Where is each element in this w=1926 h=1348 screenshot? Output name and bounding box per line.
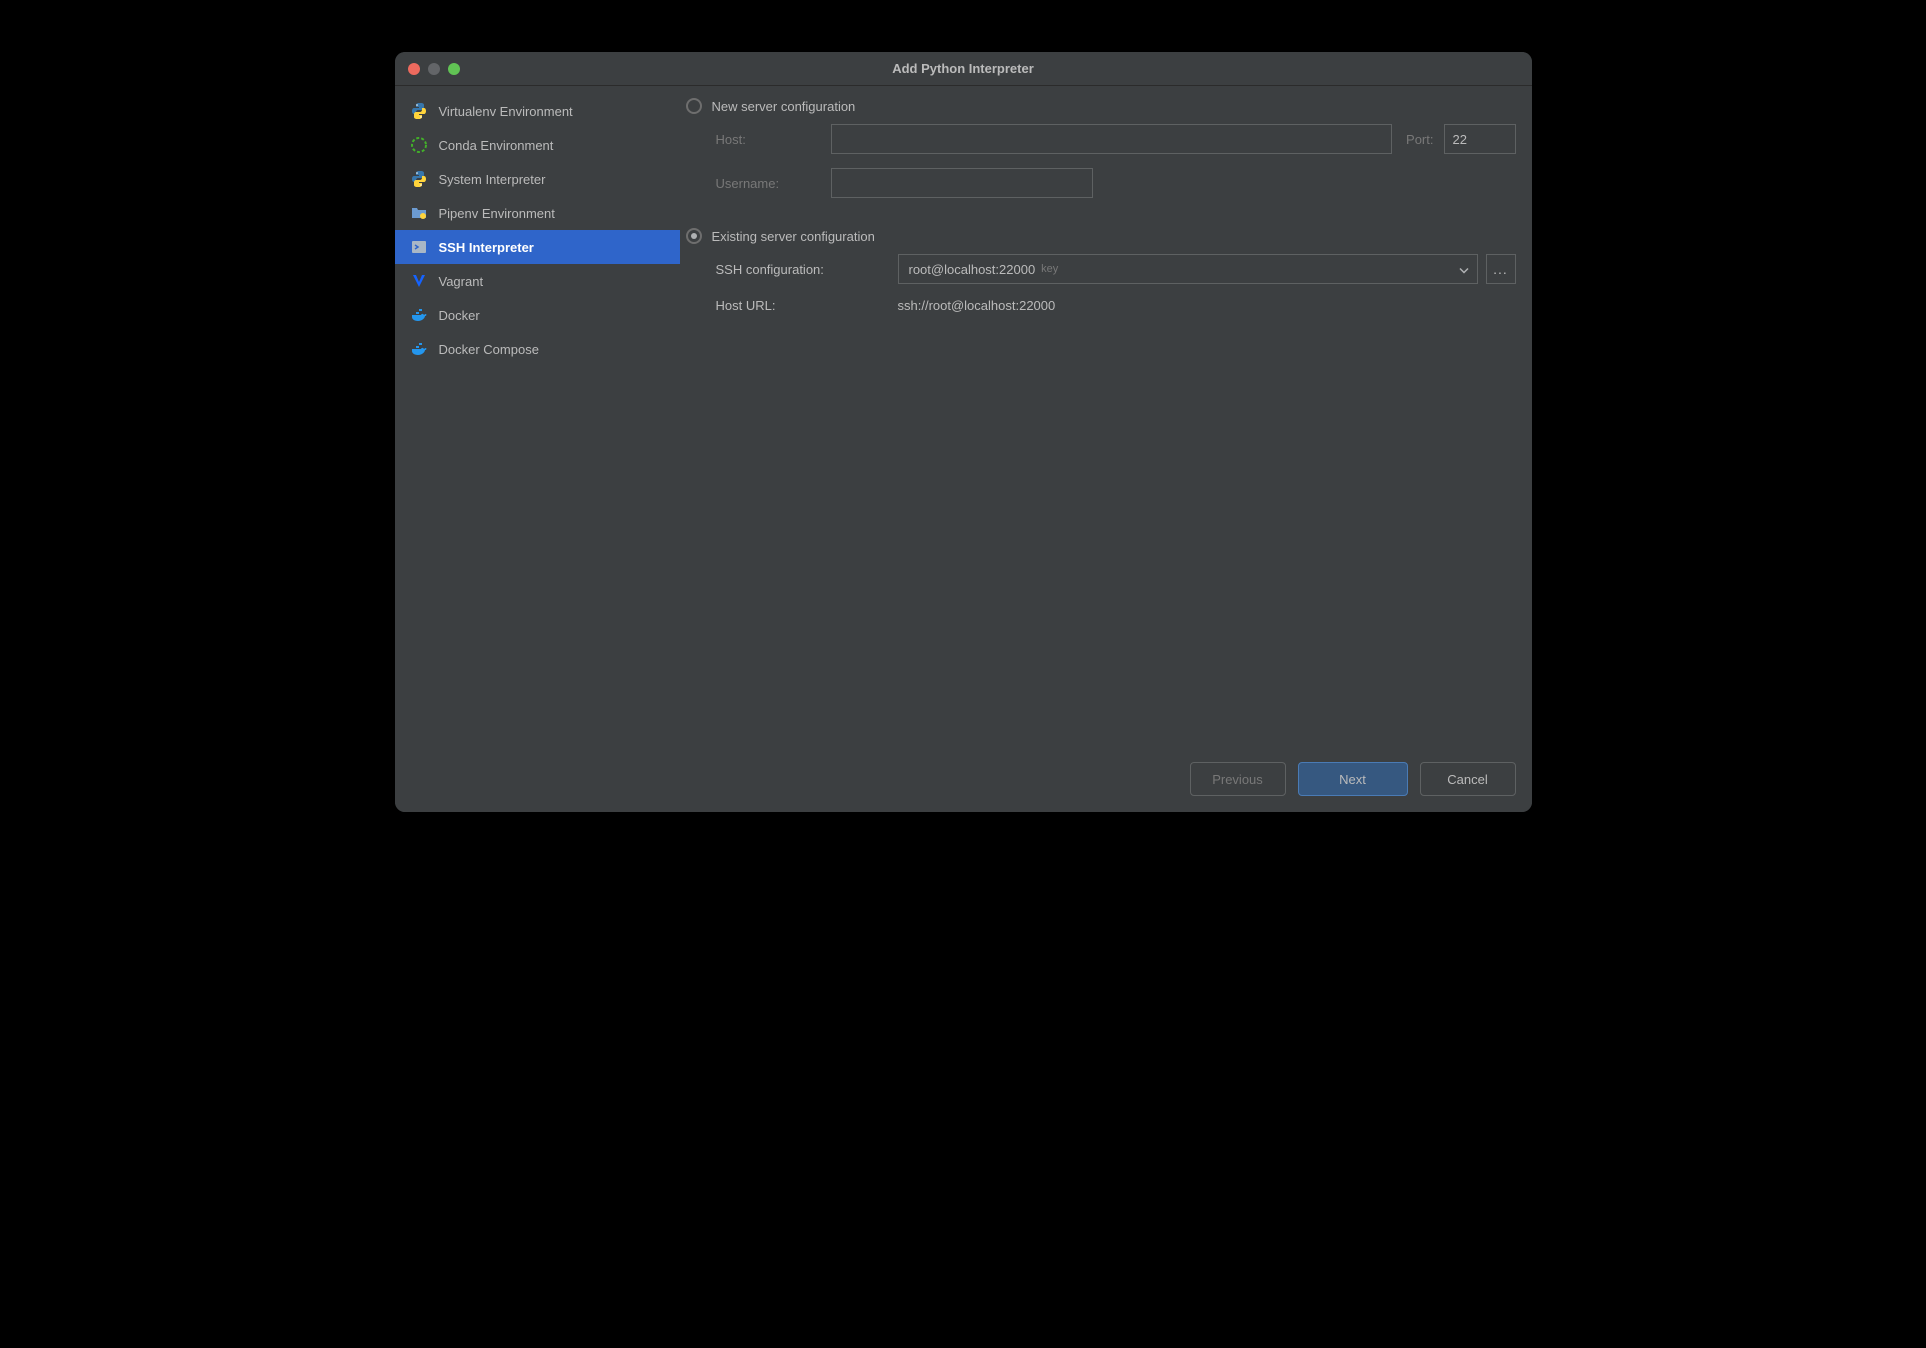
ssh-config-label: SSH configuration: bbox=[716, 262, 898, 277]
cancel-button[interactable]: Cancel bbox=[1420, 762, 1516, 796]
python-icon bbox=[409, 101, 429, 121]
ssh-auth-badge: key bbox=[1041, 263, 1058, 275]
minimize-window-button[interactable] bbox=[428, 63, 440, 75]
interpreter-type-sidebar: Virtualenv Environment Conda Environment… bbox=[395, 86, 680, 812]
folder-icon bbox=[409, 203, 429, 223]
existing-server-radio-label: Existing server configuration bbox=[712, 229, 875, 244]
dialog-content: Virtualenv Environment Conda Environment… bbox=[395, 86, 1532, 812]
host-input[interactable] bbox=[831, 124, 1393, 154]
sidebar-item-label: System Interpreter bbox=[439, 172, 546, 187]
ellipsis-icon: ... bbox=[1493, 261, 1508, 277]
host-url-value: ssh://root@localhost:22000 bbox=[898, 298, 1056, 313]
sidebar-item-system[interactable]: System Interpreter bbox=[395, 162, 680, 196]
new-server-form: Host: Port: Username: bbox=[684, 124, 1516, 212]
sidebar-item-docker[interactable]: Docker bbox=[395, 298, 680, 332]
ssh-config-row: SSH configuration: root@localhost:22000 … bbox=[716, 254, 1516, 284]
username-input[interactable] bbox=[831, 168, 1093, 198]
new-server-radio-label: New server configuration bbox=[712, 99, 856, 114]
host-row: Host: Port: bbox=[716, 124, 1516, 154]
existing-server-radio[interactable] bbox=[686, 228, 702, 244]
port-input[interactable] bbox=[1444, 124, 1516, 154]
username-row: Username: bbox=[716, 168, 1516, 198]
sidebar-item-label: Docker bbox=[439, 308, 480, 323]
chevron-down-icon bbox=[1459, 262, 1469, 277]
ssh-config-value: root@localhost:22000 bbox=[909, 262, 1036, 277]
sidebar-item-label: Conda Environment bbox=[439, 138, 554, 153]
sidebar-item-conda[interactable]: Conda Environment bbox=[395, 128, 680, 162]
docker-icon bbox=[409, 305, 429, 325]
maximize-window-button[interactable] bbox=[448, 63, 460, 75]
titlebar: Add Python Interpreter bbox=[395, 52, 1532, 86]
browse-ssh-config-button[interactable]: ... bbox=[1486, 254, 1516, 284]
close-window-button[interactable] bbox=[408, 63, 420, 75]
python-icon bbox=[409, 169, 429, 189]
conda-icon bbox=[409, 135, 429, 155]
button-label: Previous bbox=[1212, 772, 1263, 787]
previous-button[interactable]: Previous bbox=[1190, 762, 1286, 796]
sidebar-item-virtualenv[interactable]: Virtualenv Environment bbox=[395, 94, 680, 128]
sidebar-item-label: Virtualenv Environment bbox=[439, 104, 573, 119]
ssh-config-dropdown[interactable]: root@localhost:22000 key bbox=[898, 254, 1478, 284]
docker-compose-icon bbox=[409, 339, 429, 359]
button-label: Next bbox=[1339, 772, 1366, 787]
sidebar-item-pipenv[interactable]: Pipenv Environment bbox=[395, 196, 680, 230]
host-url-row: Host URL: ssh://root@localhost:22000 bbox=[716, 298, 1516, 313]
window-title: Add Python Interpreter bbox=[395, 61, 1532, 76]
sidebar-item-ssh[interactable]: SSH Interpreter bbox=[395, 230, 680, 264]
window-controls bbox=[395, 63, 460, 75]
existing-server-form: SSH configuration: root@localhost:22000 … bbox=[684, 254, 1516, 327]
next-button[interactable]: Next bbox=[1298, 762, 1408, 796]
sidebar-item-label: Pipenv Environment bbox=[439, 206, 555, 221]
new-server-radio-row[interactable]: New server configuration bbox=[684, 98, 1516, 114]
sidebar-item-label: Docker Compose bbox=[439, 342, 539, 357]
button-label: Cancel bbox=[1447, 772, 1487, 787]
main-panel: New server configuration Host: Port: Use… bbox=[680, 86, 1532, 812]
sidebar-item-vagrant[interactable]: Vagrant bbox=[395, 264, 680, 298]
username-label: Username: bbox=[716, 176, 831, 191]
vagrant-icon bbox=[409, 271, 429, 291]
sidebar-item-label: Vagrant bbox=[439, 274, 484, 289]
dialog-window: Add Python Interpreter Virtualenv Enviro… bbox=[395, 52, 1532, 812]
sidebar-item-docker-compose[interactable]: Docker Compose bbox=[395, 332, 680, 366]
terminal-icon bbox=[409, 237, 429, 257]
dialog-footer: Previous Next Cancel bbox=[1190, 762, 1516, 796]
new-server-radio[interactable] bbox=[686, 98, 702, 114]
existing-server-radio-row[interactable]: Existing server configuration bbox=[684, 228, 1516, 244]
sidebar-item-label: SSH Interpreter bbox=[439, 240, 534, 255]
host-url-label: Host URL: bbox=[716, 298, 898, 313]
host-label: Host: bbox=[716, 132, 831, 147]
port-label: Port: bbox=[1406, 132, 1433, 147]
